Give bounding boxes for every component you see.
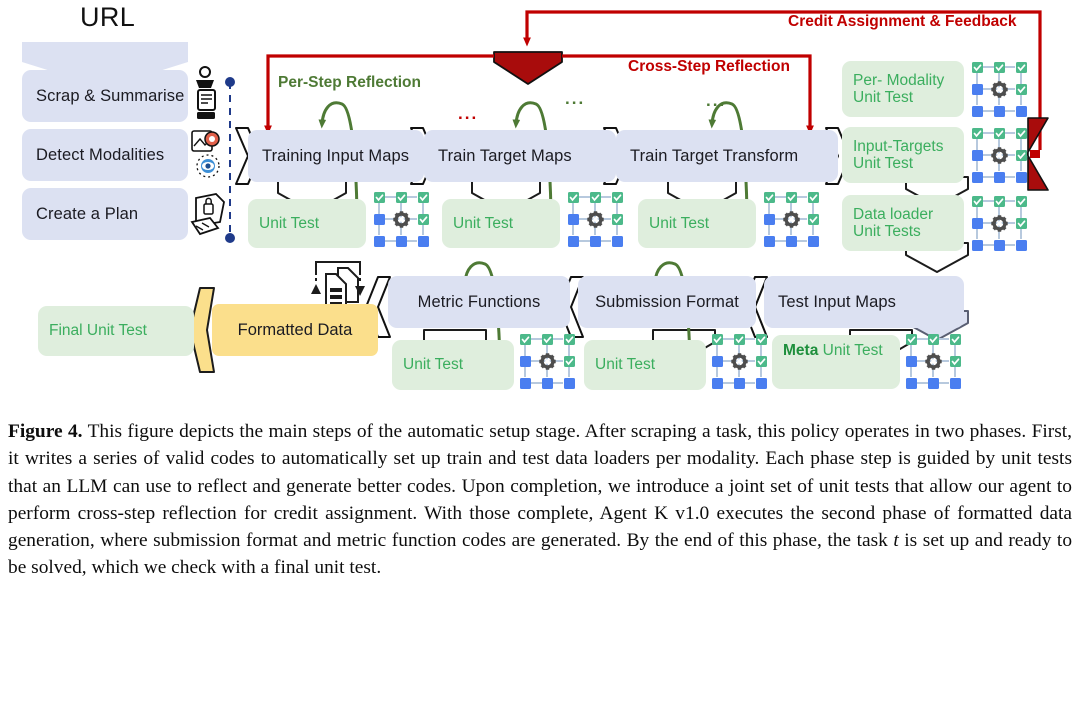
figure-label: Figure 4.: [8, 421, 83, 442]
unit-test-training-input-maps[interactable]: Unit Test: [248, 199, 366, 248]
unit-test-train-target-maps[interactable]: Unit Test: [442, 199, 560, 248]
unit-test-label: Unit Test: [453, 214, 514, 232]
final-unit-test-box[interactable]: Final Unit Test: [38, 306, 194, 356]
step-submission-format[interactable]: Submission Format: [578, 276, 756, 328]
joint-test-data-loader[interactable]: Data loader Unit Tests: [842, 195, 964, 251]
step-label: Train Target Maps: [438, 146, 572, 165]
unit-test-label: Unit Test: [259, 214, 320, 232]
meta-unit-test-label: Unit Test: [818, 342, 883, 359]
unit-test-grid-icon: [520, 334, 575, 389]
per-step-reflection-label: Per-Step Reflection: [278, 74, 421, 91]
joint-test-line1: Per- Modality: [853, 71, 945, 89]
green-ellipsis-2: ...: [706, 91, 727, 110]
meta-label: Meta: [783, 342, 819, 359]
meta-unit-test-box[interactable]: Meta Unit Test: [772, 335, 900, 389]
modality-detect-icon: [191, 130, 220, 178]
joint-test-line2: Unit Test: [853, 155, 914, 172]
joint-test-line2: Unit Tests: [853, 223, 921, 240]
unit-test-grid-icon-svg: [972, 62, 1027, 117]
unit-test-grid-icon: [568, 192, 623, 247]
unit-test-submission-format[interactable]: Unit Test: [584, 340, 706, 390]
step-test-input-maps[interactable]: Test Input Maps: [764, 276, 964, 328]
formatted-data-label: Formatted Data: [237, 320, 353, 339]
joint-test-input-targets[interactable]: Input-Targets Unit Test: [842, 127, 964, 183]
url-title: URL: [80, 2, 136, 32]
step-label: Train Target Transform: [630, 146, 799, 165]
red-ellipsis-1: ...: [458, 104, 479, 123]
formatted-data-box[interactable]: Formatted Data: [212, 304, 378, 356]
joint-test-per-modality[interactable]: Per- Modality Unit Test: [842, 61, 964, 117]
left-step-label: Create a Plan: [36, 204, 139, 223]
unit-test-grid-icon-svg: [568, 192, 623, 247]
unit-test-grid-icon-svg: [906, 334, 961, 389]
unit-test-grid-icon-svg: [764, 192, 819, 247]
credit-assignment-label: Credit Assignment & Feedback: [788, 13, 1017, 30]
joint-test-line1: Input-Targets: [853, 137, 944, 155]
unit-test-label: Unit Test: [649, 214, 710, 232]
unit-test-label: Unit Test: [595, 356, 656, 374]
left-step-scrap-summarise[interactable]: Scrap & Summarise: [22, 70, 188, 122]
left-step-label: Detect Modalities: [36, 145, 165, 164]
step-train-target-transform[interactable]: Train Target Transform: [616, 130, 838, 182]
step-label: Metric Functions: [417, 292, 541, 311]
unit-test-grid-icon: [906, 334, 961, 389]
cross-step-funnel: [493, 51, 563, 85]
left-step-create-a-plan[interactable]: Create a Plan: [22, 188, 188, 240]
left-step-detect-modalities[interactable]: Detect Modalities: [22, 129, 188, 181]
unit-test-metric-functions[interactable]: Unit Test: [392, 340, 514, 390]
step-training-input-maps[interactable]: Training Input Maps: [248, 130, 424, 182]
plan-document-icon: [190, 193, 225, 236]
step-label: Submission Format: [595, 292, 739, 311]
unit-test-grid-icon-svg: [712, 334, 767, 389]
unit-test-grid-icon: [972, 62, 1027, 117]
final-unit-test-label: Final Unit Test: [49, 322, 147, 340]
figure-panel: URL Scrap & Summarise Detect Modalities …: [0, 0, 1080, 702]
unit-test-grid-icon-svg: [374, 192, 429, 247]
step-label: Training Input Maps: [262, 146, 410, 165]
figure-caption: Figure 4. This figure depicts the main s…: [8, 418, 1072, 582]
unit-test-grid-icon: [374, 192, 429, 247]
cross-step-reflection-label: Cross-Step Reflection: [628, 58, 790, 75]
data-transfer-document-icon: [315, 261, 361, 309]
unit-test-grid-icon: [764, 192, 819, 247]
step-metric-functions[interactable]: Metric Functions: [388, 276, 570, 328]
unit-test-grid-icon: [972, 196, 1027, 251]
unit-test-grid-icon: [972, 128, 1027, 183]
unit-test-grid-icon-svg: [520, 334, 575, 389]
green-ellipsis-1: ...: [565, 89, 586, 108]
step-label: Test Input Maps: [778, 292, 896, 311]
scrape-robot-icon: [196, 66, 216, 119]
unit-test-grid-icon-svg: [972, 128, 1027, 183]
joint-test-line2: Unit Test: [853, 89, 914, 106]
unit-test-train-target-transform[interactable]: Unit Test: [638, 199, 756, 248]
left-step-label: Scrap & Summarise: [36, 86, 185, 105]
unit-test-grid-icon-svg: [972, 196, 1027, 251]
joint-test-line1: Data loader: [853, 205, 934, 223]
step-train-target-maps[interactable]: Train Target Maps: [424, 130, 616, 182]
unit-test-grid-icon: [712, 334, 767, 389]
unit-test-label: Unit Test: [403, 356, 464, 374]
